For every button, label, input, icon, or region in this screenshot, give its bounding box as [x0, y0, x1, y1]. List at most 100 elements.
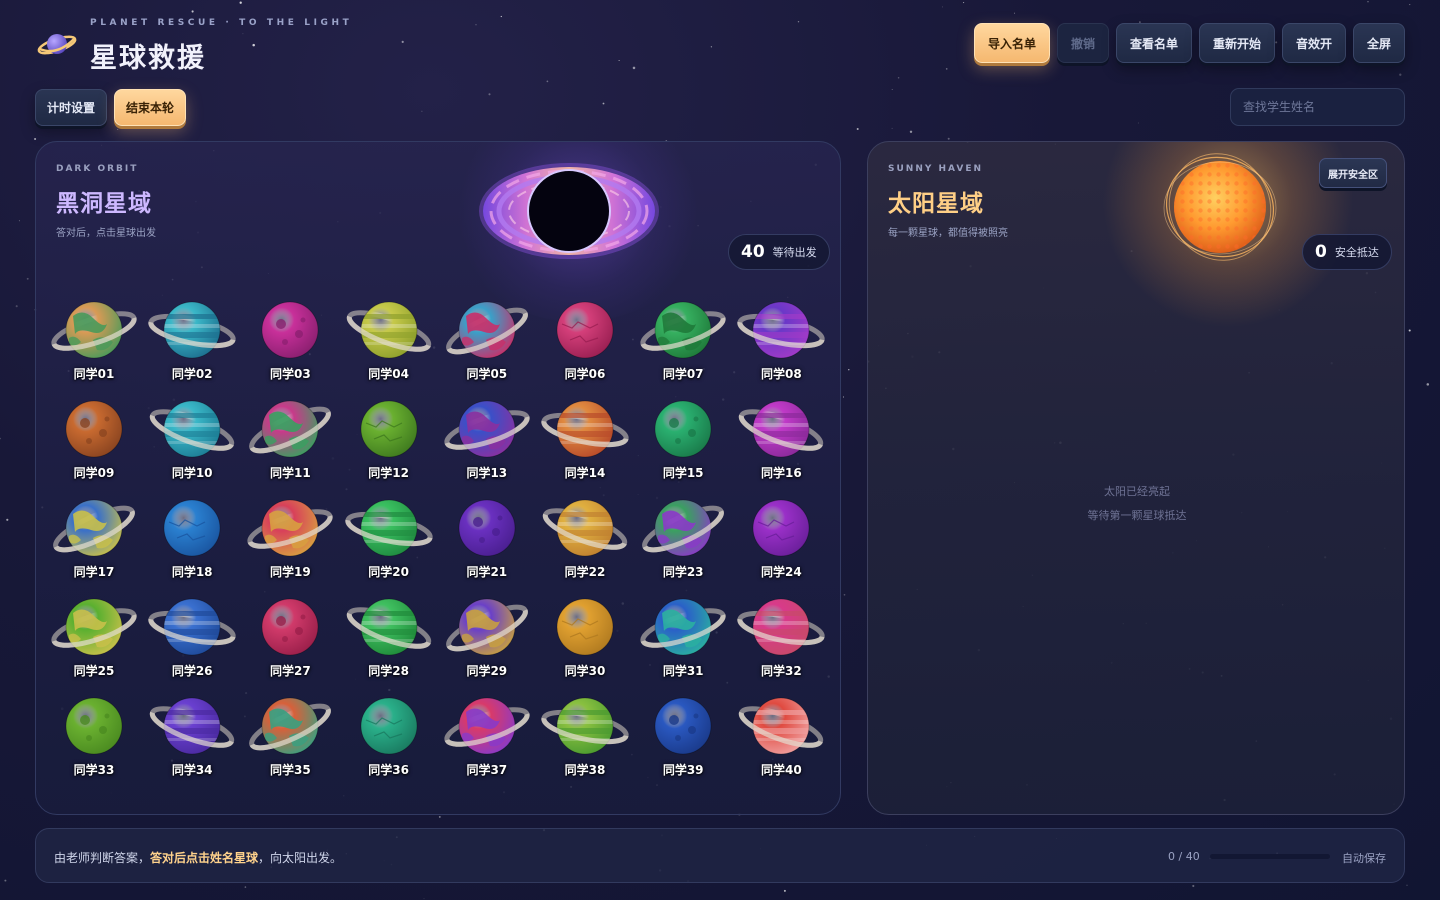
student-planet[interactable]: 同学28	[344, 591, 434, 683]
planet-icon	[344, 499, 433, 557]
student-planet[interactable]: 同学07	[638, 294, 728, 386]
student-planet[interactable]: 同学29	[442, 591, 532, 683]
student-planet[interactable]: 同学13	[442, 393, 532, 485]
student-planet[interactable]: 同学21	[442, 492, 532, 584]
student-planet[interactable]: 同学04	[344, 294, 434, 386]
planet-icon	[150, 400, 235, 458]
student-planet[interactable]: 同学20	[344, 492, 434, 584]
planet-icon	[65, 697, 123, 755]
planet-name-label: 同学25	[73, 664, 115, 678]
star	[897, 76, 900, 79]
student-planet[interactable]: 同学33	[49, 690, 139, 782]
student-planet[interactable]: 同学08	[736, 294, 826, 386]
student-planet[interactable]: 同学25	[49, 591, 139, 683]
student-planet[interactable]: 同学18	[147, 492, 237, 584]
student-planet[interactable]: 同学03	[245, 294, 335, 386]
student-planet[interactable]: 同学39	[638, 690, 728, 782]
planet-icon	[640, 301, 726, 359]
planet-name-label: 同学40	[761, 763, 802, 777]
planet-name-label: 同学15	[662, 466, 704, 480]
planet-name-label: 同学11	[270, 466, 311, 480]
planet-name-label: 同学30	[564, 664, 606, 678]
planet-icon	[249, 400, 332, 458]
expand-safe-zone-button[interactable]: 展开安全区	[1319, 158, 1387, 188]
star	[242, 33, 244, 35]
waiting-count-label: 等待出发	[772, 246, 817, 259]
planet-name-label: 同学33	[73, 763, 115, 777]
star	[0, 437, 2, 440]
planet-icon	[737, 301, 826, 359]
import-list-button[interactable]: 导入名单	[974, 23, 1050, 63]
empty-state-line-1: 太阳已经亮起	[1104, 485, 1170, 498]
planet-icon	[249, 697, 332, 755]
student-planet[interactable]: 同学22	[540, 492, 630, 584]
student-search-input[interactable]	[1230, 88, 1405, 126]
star	[856, 127, 859, 131]
planet-icon	[150, 697, 235, 755]
student-planet[interactable]: 同学24	[736, 492, 826, 584]
student-planet[interactable]: 同学34	[147, 690, 237, 782]
student-planet[interactable]: 同学36	[344, 690, 434, 782]
student-planet[interactable]: 同学40	[736, 690, 826, 782]
planet-icon	[654, 400, 712, 458]
student-planet[interactable]: 同学38	[540, 690, 630, 782]
star	[1275, 41, 1278, 44]
instruction-text-start: 由老师判断答案，	[54, 851, 151, 865]
student-planet[interactable]: 同学05	[442, 294, 532, 386]
student-planet[interactable]: 同学11	[245, 393, 335, 485]
student-planet[interactable]: 同学01	[49, 294, 139, 386]
student-planet[interactable]: 同学09	[49, 393, 139, 485]
planet-icon	[163, 499, 221, 557]
student-planet[interactable]: 同学35	[245, 690, 335, 782]
sun-zone-title: 太阳星域	[888, 191, 984, 217]
restart-button[interactable]: 重新开始	[1199, 23, 1275, 63]
student-planet[interactable]: 同学02	[147, 294, 237, 386]
student-planet[interactable]: 同学32	[736, 591, 826, 683]
student-planet[interactable]: 同学31	[638, 591, 728, 683]
planet-name-label: 同学19	[270, 565, 311, 579]
view-list-button[interactable]: 查看名单	[1116, 23, 1192, 63]
student-planet[interactable]: 同学23	[638, 492, 728, 584]
planet-icon	[51, 301, 137, 359]
planet-icon	[261, 598, 319, 656]
sound-toggle-button[interactable]: 音效开	[1282, 23, 1346, 63]
student-planet[interactable]: 同学27	[245, 591, 335, 683]
planet-icon	[640, 598, 726, 656]
student-planet[interactable]: 同学10	[147, 393, 237, 485]
student-planet[interactable]: 同学37	[442, 690, 532, 782]
planet-icon	[739, 400, 824, 458]
end-round-button[interactable]: 结束本轮	[114, 89, 186, 126]
student-planet[interactable]: 同学06	[540, 294, 630, 386]
student-planet[interactable]: 同学14	[540, 393, 630, 485]
status-bar: 由老师判断答案，答对后点击姓名星球，向太阳出发。 0 / 40 自动保存	[35, 828, 1405, 883]
student-planet[interactable]: 同学30	[540, 591, 630, 683]
planet-name-label: 同学29	[466, 664, 508, 678]
star	[963, 2, 965, 4]
star	[546, 80, 549, 83]
student-planet[interactable]: 同学17	[49, 492, 139, 584]
planet-icon	[360, 697, 418, 755]
student-planet[interactable]: 同学19	[245, 492, 335, 584]
student-planet[interactable]: 同学16	[736, 393, 826, 485]
fullscreen-button[interactable]: 全屏	[1353, 23, 1405, 63]
planet-icon	[247, 499, 334, 557]
star	[1409, 4, 1411, 6]
planet-name-label: 同学27	[270, 664, 311, 678]
star	[1426, 383, 1430, 386]
sun-icon	[1163, 153, 1277, 261]
arrived-count-label: 安全抵达	[1334, 246, 1379, 259]
star	[500, 15, 502, 18]
planet-name-label: 同学24	[761, 565, 802, 579]
star	[710, 46, 713, 48]
student-planet[interactable]: 同学12	[344, 393, 434, 485]
star	[941, 6, 943, 8]
undo-button[interactable]: 撤销	[1057, 23, 1109, 63]
planet-icon	[541, 400, 629, 458]
student-planet[interactable]: 同学26	[147, 591, 237, 683]
planet-name-label: 同学07	[662, 367, 704, 381]
timer-settings-button[interactable]: 计时设置	[35, 89, 107, 126]
planet-icon	[542, 499, 628, 557]
black-hole-icon	[479, 163, 659, 259]
arrived-count: 0	[1315, 242, 1327, 262]
student-planet[interactable]: 同学15	[638, 393, 728, 485]
